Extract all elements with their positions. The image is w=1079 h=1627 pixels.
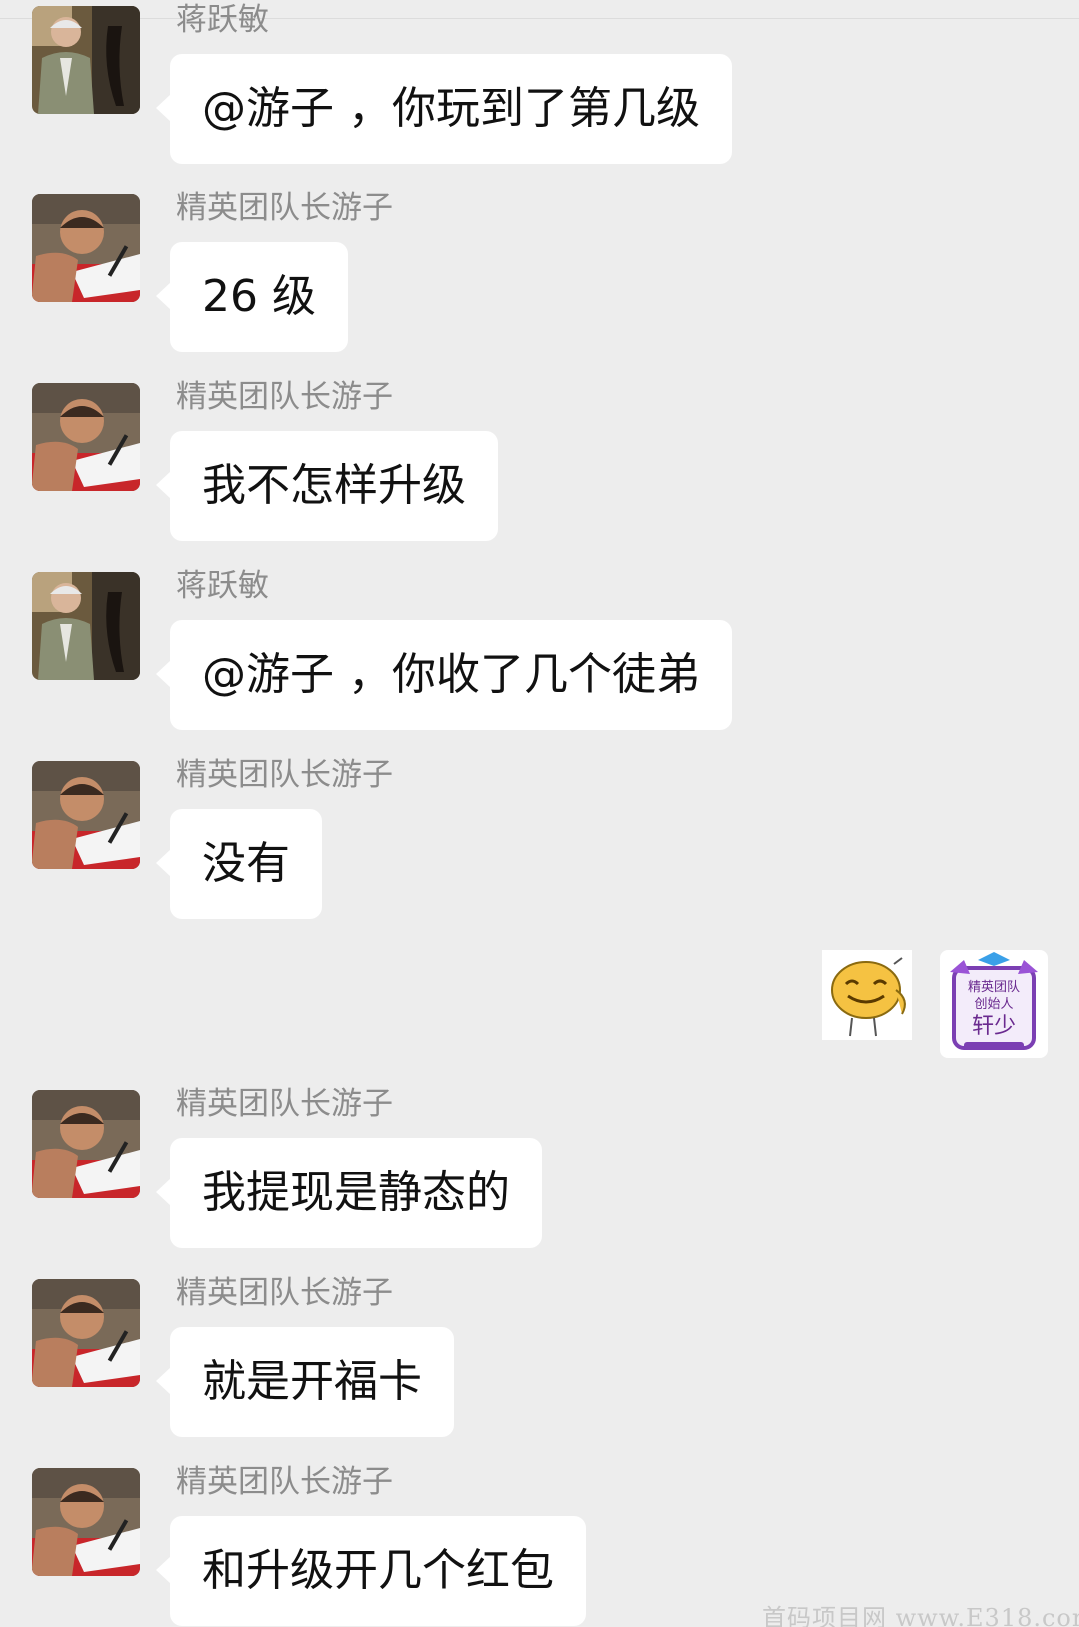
smiley-sticker-icon (822, 950, 912, 1040)
avatar-child[interactable] (32, 1090, 140, 1198)
badge-line: 创始人 (974, 997, 1014, 1012)
self-avatar[interactable]: 精英团队 创始人 轩少 (940, 950, 1048, 1058)
sender-name: 精英团队长游子 (176, 1464, 393, 1500)
sticker-message[interactable] (822, 950, 912, 1040)
avatar-child[interactable] (32, 761, 140, 869)
child-avatar-icon (32, 1468, 140, 1576)
sender-name: 精英团队长游子 (176, 190, 393, 226)
child-avatar-icon (32, 761, 140, 869)
badge-line: 轩少 (971, 1014, 1016, 1039)
avatar-old-man[interactable] (32, 572, 140, 680)
sender-name: 精英团队长游子 (176, 757, 393, 793)
message-bubble[interactable]: 没有 (156, 809, 322, 919)
message-bubble[interactable]: @游子 ，你玩到了第几级 (156, 54, 732, 164)
sender-name: 精英团队长游子 (176, 1275, 393, 1311)
avatar-child[interactable] (32, 383, 140, 491)
avatar-child[interactable] (32, 1468, 140, 1576)
old-man-avatar-icon (32, 572, 140, 680)
avatar-child[interactable] (32, 194, 140, 302)
child-avatar-icon (32, 383, 140, 491)
avatar-child[interactable] (32, 1279, 140, 1387)
sender-name: 精英团队长游子 (176, 1086, 393, 1122)
message-bubble[interactable]: 和升级开几个红包 (156, 1516, 586, 1626)
message-bubble[interactable]: 26 级 (156, 242, 348, 352)
badge-line: 精英团队 (967, 980, 1020, 995)
message-bubble[interactable]: 就是开福卡 (156, 1327, 454, 1437)
child-avatar-icon (32, 194, 140, 302)
sender-name: 精英团队长游子 (176, 379, 393, 415)
chat-window: 蒋跃敏 @游子 ，你玩到了第几级 精英团队长游子 26 级 精英团队长游子 我不… (0, 0, 1079, 1627)
message-bubble[interactable]: 我不怎样升级 (156, 431, 498, 541)
message-bubble[interactable]: 我提现是静态的 (156, 1138, 542, 1248)
avatar-old-man[interactable] (32, 6, 140, 114)
watermark: 首码项目网 www.E318.com (762, 1604, 1079, 1627)
sender-name: 蒋跃敏 (176, 568, 269, 604)
child-avatar-icon (32, 1279, 140, 1387)
sender-name: 蒋跃敏 (176, 2, 269, 38)
message-bubble[interactable]: @游子 ，你收了几个徒弟 (156, 620, 732, 730)
divider (0, 18, 1079, 19)
child-avatar-icon (32, 1090, 140, 1198)
old-man-avatar-icon (32, 6, 140, 114)
